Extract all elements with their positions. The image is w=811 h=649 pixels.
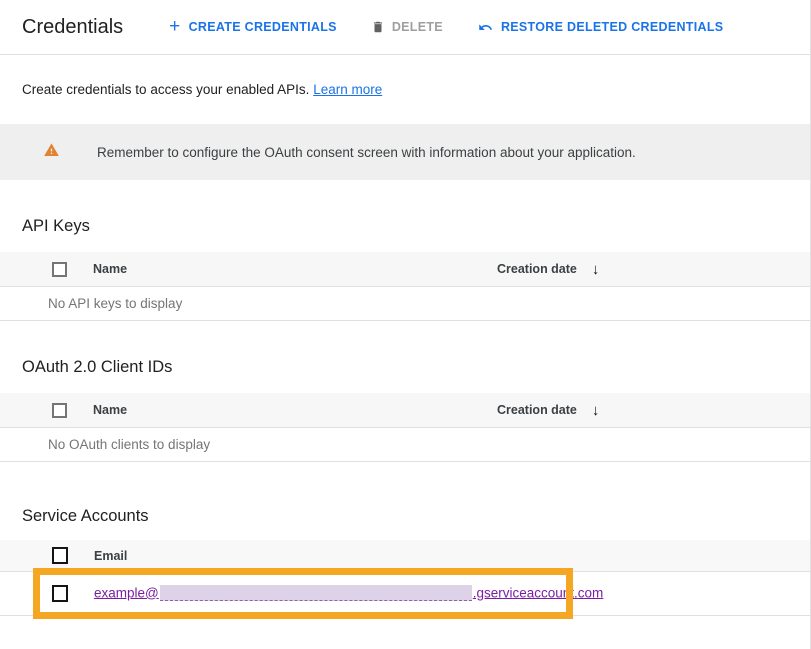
credentials-page: Credentials + CREATE CREDENTIALS DELETE … [0,0,811,649]
api-keys-table-header: Name Creation date ↓ [0,252,810,287]
sort-descending-arrow-icon[interactable]: ↓ [592,261,600,278]
select-all-checkbox[interactable] [52,262,67,277]
service-account-row[interactable]: example@ .gserviceaccount.com [0,572,810,616]
email-prefix: example@ [94,585,159,600]
creation-date-label: Creation date [497,262,577,276]
toolbar-actions: + CREATE CREDENTIALS DELETE RESTORE DELE… [169,19,723,35]
service-accounts-table: Email example@ .gserviceaccount.com [0,540,810,616]
oauth-clients-empty-row: No OAuth clients to display [0,428,810,462]
select-all-checkbox[interactable] [52,547,68,564]
header-toolbar: Credentials + CREATE CREDENTIALS DELETE … [0,0,810,55]
select-all-checkbox[interactable] [52,403,67,418]
warning-text: Remember to configure the OAuth consent … [97,145,636,160]
column-header-creation-date[interactable]: Creation date ↓ [497,393,599,427]
api-keys-heading: API Keys [22,216,810,236]
creation-date-label: Creation date [497,403,577,417]
sort-descending-arrow-icon[interactable]: ↓ [592,402,600,419]
intro-sentence: Create credentials to access your enable… [22,82,309,97]
restore-deleted-credentials-label: RESTORE DELETED CREDENTIALS [501,20,723,34]
restore-deleted-credentials-button[interactable]: RESTORE DELETED CREDENTIALS [477,20,723,35]
redacted-project-id [160,585,472,601]
trash-icon [371,19,385,35]
column-header-email: Email [94,549,127,563]
oauth-clients-heading: OAuth 2.0 Client IDs [22,357,810,377]
page-title: Credentials [22,16,123,39]
column-header-name: Name [93,262,127,276]
warning-triangle-icon [43,142,60,163]
delete-label: DELETE [392,20,443,34]
api-keys-empty-row: No API keys to display [0,287,810,321]
oauth-clients-table: Name Creation date ↓ No OAuth clients to… [0,393,810,462]
column-header-name: Name [93,403,127,417]
oauth-clients-table-header: Name Creation date ↓ [0,393,810,428]
service-accounts-table-header: Email [0,540,810,572]
row-checkbox[interactable] [52,585,68,602]
service-accounts-heading: Service Accounts [22,506,810,526]
learn-more-link[interactable]: Learn more [313,82,382,97]
column-header-creation-date[interactable]: Creation date ↓ [497,252,599,286]
create-credentials-button[interactable]: + CREATE CREDENTIALS [169,20,337,34]
service-account-email-link[interactable]: example@ .gserviceaccount.com [94,585,603,603]
plus-icon: + [169,20,180,34]
intro-text: Create credentials to access your enable… [0,55,810,97]
create-credentials-label: CREATE CREDENTIALS [189,20,337,34]
delete-button[interactable]: DELETE [371,19,443,35]
oauth-consent-warning-banner: Remember to configure the OAuth consent … [0,124,810,180]
undo-icon [477,20,494,35]
api-keys-table: Name Creation date ↓ No API keys to disp… [0,252,810,321]
email-suffix: .gserviceaccount.com [473,585,604,600]
